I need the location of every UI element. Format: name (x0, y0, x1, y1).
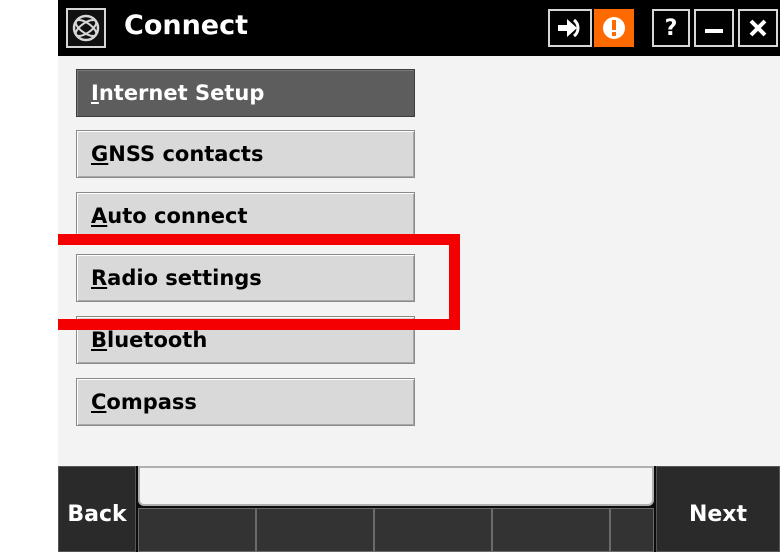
help-label: ? (664, 15, 678, 41)
bluetooth-button[interactable]: Bluetooth (76, 316, 415, 364)
close-button[interactable] (738, 9, 778, 47)
window-title: Connect (124, 10, 249, 41)
gnss-contacts-button[interactable]: G NSS contacts (76, 130, 415, 178)
minimize-icon (705, 29, 723, 33)
softkey-4[interactable] (492, 508, 610, 552)
help-button[interactable]: ? (652, 9, 690, 47)
radio-settings-button[interactable]: Radio settings (76, 254, 415, 302)
minimize-button[interactable] (694, 9, 734, 47)
back-button[interactable]: Back (58, 466, 136, 552)
softkey-1[interactable] (138, 508, 256, 552)
softkey-5[interactable] (610, 508, 654, 552)
close-icon (749, 19, 767, 37)
compass-button[interactable]: Compass (76, 378, 415, 426)
connect-menu: Internet Setup G NSS contacts Auto connec… (58, 56, 780, 466)
warning-icon[interactable] (594, 9, 634, 47)
next-button[interactable]: Next (656, 466, 780, 552)
softkey-2[interactable] (256, 508, 374, 552)
trimble-globe-icon[interactable] (66, 8, 106, 48)
status-line (138, 466, 654, 506)
internet-setup-button[interactable]: Internet Setup (76, 69, 415, 117)
softkey-bar: Back Next (58, 466, 780, 552)
connection-status-icon[interactable] (548, 9, 592, 47)
title-bar: Connect ? (58, 0, 780, 56)
auto-connect-button[interactable]: Auto connect (76, 192, 415, 240)
softkey-3[interactable] (374, 508, 492, 552)
connect-window: Connect ? I nternet Setup G NSS contacts… (58, 0, 780, 552)
